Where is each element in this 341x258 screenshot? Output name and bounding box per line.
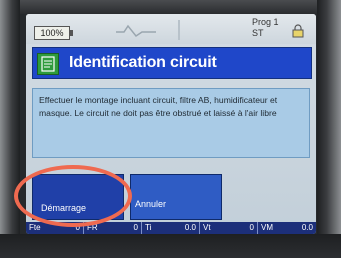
highlight-circle (14, 165, 132, 227)
status-divider (178, 20, 180, 40)
device-bezel-top (0, 0, 341, 14)
instruction-message: Effectuer le montage incluant circuit, f… (32, 88, 310, 158)
readout-ti: Ti 0.0 (142, 222, 200, 234)
device-bezel-right (317, 0, 341, 258)
lock-icon (292, 24, 304, 38)
title-bar: Identification circuit (32, 47, 312, 79)
page-title: Identification circuit (69, 54, 217, 71)
status-bar: 100% Prog 1 ST (26, 14, 316, 44)
readout-vt: Vt 0 (200, 222, 258, 234)
mode-label: ST (252, 28, 264, 38)
waveform-icon (116, 24, 156, 38)
readout-vm: VM 0.0 (261, 223, 313, 232)
cancel-button-label: Annuler (135, 199, 167, 209)
circuit-id-icon (37, 53, 59, 75)
device-bezel-left (0, 0, 20, 258)
device-bezel-bottom (0, 234, 341, 258)
program-label: Prog 1 (252, 17, 279, 27)
battery-indicator: 100% (34, 26, 73, 40)
cancel-button[interactable]: Annuler (130, 174, 222, 220)
